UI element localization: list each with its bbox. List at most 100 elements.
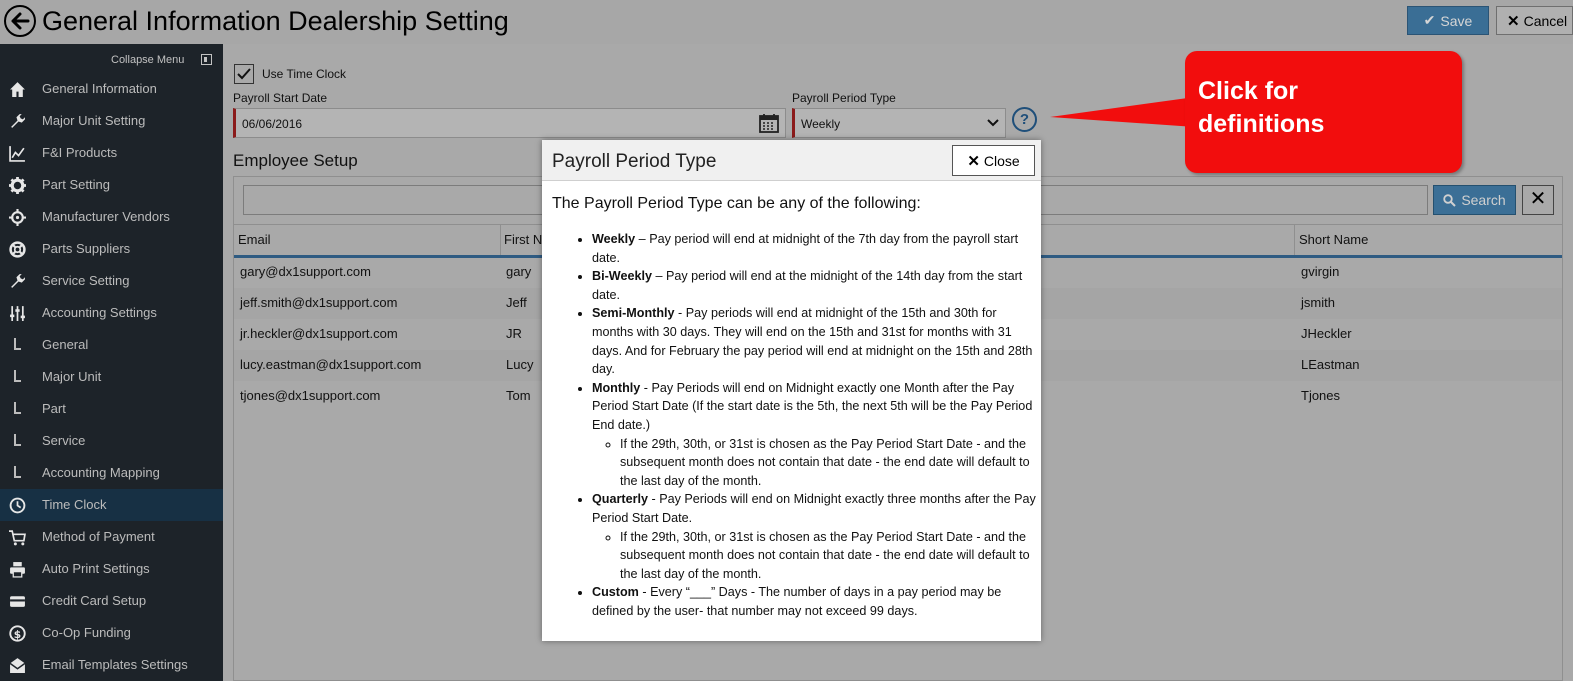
sidebar-item-co-op-funding[interactable]: $ Co-Op Funding (0, 617, 223, 649)
sidebar-item-general-information[interactable]: General Information (0, 73, 223, 105)
short-name-cell: Tjones (1301, 388, 1341, 403)
definition: – Pay period will end at midnight of the… (592, 232, 1019, 265)
email-cell: gary@dx1support.com (240, 264, 371, 279)
sidebar-item-service[interactable]: Service (0, 425, 223, 457)
email-cell: lucy.eastman@dx1support.com (240, 357, 422, 372)
sidebar-item-label: Service Setting (42, 273, 130, 288)
sidebar-item-label: Parts Suppliers (42, 241, 131, 256)
term: Quarterly (592, 492, 648, 507)
sidebar-item-label: Part (42, 401, 66, 416)
sidebar-item-major-unit-setting[interactable]: Major Unit Setting (0, 105, 223, 137)
email-cell: jeff.smith@dx1support.com (240, 295, 398, 310)
sidebar-item-credit-card-setup[interactable]: Credit Card Setup (0, 585, 223, 617)
list-item: Custom - Every “___” Days - The number o… (592, 583, 1036, 620)
clear-search-button[interactable]: ✕ (1522, 185, 1554, 215)
payroll-period-type-select[interactable]: Weekly (792, 108, 1006, 138)
gear-icon (9, 177, 26, 194)
sidebar-item-part-setting[interactable]: Part Setting (0, 169, 223, 201)
column-header-first-name[interactable]: First N (504, 232, 542, 247)
sidebar-item-auto-print-settings[interactable]: Auto Print Settings (0, 553, 223, 585)
column-header-short-name[interactable]: Short Name (1299, 232, 1368, 247)
use-time-clock-checkbox[interactable] (234, 64, 254, 84)
svg-text:$: $ (14, 628, 21, 641)
printer-icon (10, 562, 25, 578)
credit-card-icon (10, 596, 25, 607)
sub-list-item: If the 29th, 30th, or 31st is chosen as … (620, 435, 1036, 491)
sidebar-item-label: Service (42, 433, 86, 448)
sidebar-item-method-of-payment[interactable]: Method of Payment (0, 521, 223, 553)
term: Bi-Weekly (592, 269, 652, 284)
payroll-period-type-value: Weekly (801, 117, 841, 131)
payroll-period-type-label: Payroll Period Type (792, 91, 896, 105)
sidebar-item-major-unit[interactable]: Major Unit (0, 361, 223, 393)
search-label: Search (1461, 192, 1506, 208)
cancel-button[interactable]: ✕ Cancel (1496, 6, 1573, 35)
sidebar-item-label: Part Setting (42, 177, 110, 192)
home-icon (10, 82, 25, 97)
first-name-cell: gary (506, 264, 532, 279)
first-name-cell: Jeff (506, 295, 527, 310)
list-item: Weekly – Pay period will end at midnight… (592, 230, 1036, 267)
definition-list: Weekly – Pay period will end at midnight… (552, 230, 1036, 620)
close-icon: ✕ (1507, 12, 1520, 30)
short-name-cell: JHeckler (1301, 326, 1352, 341)
sidebar-item-manufacturer-vendors[interactable]: Manufacturer Vendors (0, 201, 223, 233)
sidebar-item-label: Credit Card Setup (42, 593, 147, 608)
sidebar-item-label: Major Unit (42, 369, 102, 384)
sidebar-item-part[interactable]: Part (0, 393, 223, 425)
definition: - Pay Periods will end on Midnight exact… (592, 492, 1036, 525)
list-item: Monthly - Pay Periods will end on Midnig… (592, 379, 1036, 491)
clock-icon (9, 497, 26, 514)
collapse-menu-button[interactable]: Collapse Menu (0, 44, 223, 76)
list-item: Quarterly - Pay Periods will end on Midn… (592, 490, 1036, 583)
sidebar-item-accounting-mapping[interactable]: Accounting Mapping (0, 457, 223, 489)
sidebar-item-label: F&I Products (42, 145, 118, 160)
first-name-cell: JR (506, 326, 522, 341)
email-cell: jr.heckler@dx1support.com (240, 326, 398, 341)
top-header: General Information Dealership Setting ✔… (0, 0, 1573, 44)
sidebar-item-label: Major Unit Setting (42, 113, 146, 128)
list-item: Bi-Weekly – Pay period will end at the m… (592, 267, 1036, 304)
payroll-start-date-input[interactable]: 06/06/2016 (233, 108, 786, 138)
dollar-circle-icon: $ (9, 625, 26, 642)
sidebar-item-label: Accounting Mapping (42, 465, 160, 480)
short-name-cell: LEastman (1301, 357, 1360, 372)
sidebar-item-email-templates-settings[interactable]: Email Templates Settings (0, 649, 223, 681)
term: Semi-Monthly (592, 306, 675, 321)
sidebar-item-label: Method of Payment (42, 529, 155, 544)
save-button[interactable]: ✔ Save (1407, 6, 1489, 35)
list-item: Semi-Monthly - Pay periods will end at m… (592, 304, 1036, 378)
help-icon[interactable]: ? (1012, 107, 1037, 132)
close-button[interactable]: ✕ Close (952, 145, 1035, 176)
collapse-menu-label: Collapse Menu (111, 54, 185, 66)
back-button[interactable] (4, 5, 36, 37)
payroll-start-date-label: Payroll Start Date (233, 91, 328, 105)
back-arrow-icon (11, 12, 30, 30)
wrench-icon (11, 114, 25, 128)
column-header-email[interactable]: Email (238, 232, 271, 247)
sidebar-item-accounting-settings[interactable]: Accounting Settings (0, 297, 223, 329)
lifebuoy-icon (9, 241, 26, 258)
term: Weekly (592, 232, 636, 246)
cancel-label: Cancel (1523, 12, 1568, 29)
sidebar-item-parts-suppliers[interactable]: Parts Suppliers (0, 233, 223, 265)
sub-item-icon (14, 370, 23, 384)
sidebar-item-service-setting[interactable]: Service Setting (0, 265, 223, 297)
calendar-icon[interactable] (759, 113, 779, 133)
cart-icon (9, 530, 26, 546)
sidebar: Collapse Menu General Information Major … (0, 44, 223, 681)
search-button[interactable]: Search (1433, 185, 1516, 215)
sidebar-item-time-clock[interactable]: Time Clock (0, 489, 223, 521)
page-title: General Information Dealership Setting (42, 6, 509, 36)
sub-item-icon (14, 402, 23, 416)
term: Monthly (592, 380, 641, 395)
sidebar-item-label: General Information (42, 81, 157, 96)
checkmark-icon (237, 68, 251, 80)
crosshair-icon (9, 209, 26, 226)
sidebar-item-label: Accounting Settings (42, 305, 157, 320)
sub-item-icon (14, 338, 23, 352)
email-cell: tjones@dx1support.com (240, 388, 381, 403)
sidebar-item-fi-products[interactable]: F&I Products (0, 137, 223, 169)
sidebar-item-general[interactable]: General (0, 329, 223, 361)
callout-pointer (1050, 97, 1195, 127)
